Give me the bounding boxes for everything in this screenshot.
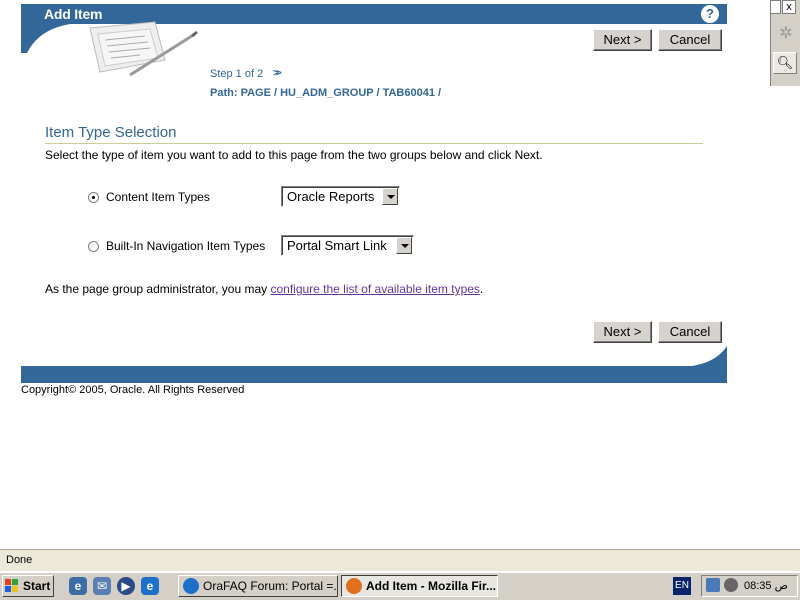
language-indicator[interactable]: EN bbox=[673, 577, 691, 595]
chevron-down-icon[interactable] bbox=[396, 237, 412, 254]
builtin-navigation-item-types-label: Built-In Navigation Item Types bbox=[106, 239, 266, 253]
cancel-button-top[interactable]: Cancel bbox=[658, 29, 722, 51]
quick-launch-ie-icon[interactable]: e bbox=[141, 577, 159, 595]
network-icon[interactable] bbox=[706, 578, 720, 592]
section-divider bbox=[45, 143, 703, 144]
step-arrows-icon: >> bbox=[273, 68, 282, 79]
content-item-type-select[interactable]: Oracle Reports bbox=[281, 186, 400, 207]
section-heading: Item Type Selection bbox=[45, 124, 177, 141]
builtin-navigation-item-type-select[interactable]: Portal Smart Link bbox=[281, 235, 414, 256]
cancel-button-bottom[interactable]: Cancel bbox=[658, 321, 722, 343]
taskbar-item-orafaq[interactable]: OraFAQ Forum: Portal =... bbox=[178, 575, 338, 597]
status-text: Done bbox=[6, 554, 33, 566]
chevron-down-icon[interactable] bbox=[382, 188, 398, 205]
windows-logo-icon bbox=[5, 579, 18, 592]
search-icon[interactable]: 🔍︎ bbox=[773, 52, 797, 74]
next-button-top[interactable]: Next > bbox=[593, 29, 652, 51]
notepad-pencil-illustration bbox=[89, 21, 198, 77]
content-item-type-value: Oracle Reports bbox=[287, 189, 375, 204]
admin-note: As the page group administrator, you may… bbox=[45, 282, 483, 296]
step-indicator: Step 1 of 2 bbox=[210, 68, 264, 80]
path-value: PAGE / HU_ADM_GROUP / TAB60041 / bbox=[240, 87, 442, 99]
browser-status-bar bbox=[0, 549, 800, 571]
footer-bar bbox=[21, 366, 727, 383]
taskbar-item-label: Add Item - Mozilla Fir... bbox=[366, 579, 497, 593]
content-item-types-label: Content Item Types bbox=[106, 190, 210, 204]
footer-curve-decoration bbox=[680, 346, 727, 367]
close-icon[interactable]: x bbox=[782, 0, 796, 14]
taskbar-item-label: OraFAQ Forum: Portal =... bbox=[203, 579, 338, 593]
copyright-text: Copyright© 2005, Oracle. All Rights Rese… bbox=[21, 384, 245, 396]
instructions-text: Select the type of item you want to add … bbox=[45, 148, 543, 162]
admin-note-end: . bbox=[479, 282, 484, 296]
clock: 08:35 ص bbox=[744, 580, 788, 592]
next-button-bottom[interactable]: Next > bbox=[593, 321, 652, 343]
quick-launch-media-player-icon[interactable]: ▶ bbox=[117, 577, 135, 595]
internet-explorer-icon bbox=[183, 578, 199, 594]
breadcrumb: Path: PAGE / HU_ADM_GROUP / TAB60041 / bbox=[210, 87, 441, 99]
configure-item-types-link[interactable]: configure the list of available item typ… bbox=[270, 282, 479, 296]
content-item-types-radio[interactable] bbox=[88, 192, 99, 203]
firefox-icon bbox=[346, 578, 362, 594]
builtin-navigation-item-type-value: Portal Smart Link bbox=[287, 238, 387, 253]
builtin-navigation-item-types-radio[interactable] bbox=[88, 241, 99, 252]
restore-icon[interactable] bbox=[770, 0, 781, 14]
quick-launch-browser-icon[interactable]: e bbox=[69, 577, 87, 595]
tray-app-icon[interactable] bbox=[724, 578, 738, 592]
gear-icon[interactable]: ✲ bbox=[776, 24, 796, 44]
quick-launch-outlook-icon[interactable]: ✉ bbox=[93, 577, 111, 595]
path-label: Path: bbox=[210, 87, 238, 99]
admin-note-text: As the page group administrator, you may bbox=[45, 282, 271, 296]
help-icon[interactable]: ? bbox=[701, 5, 719, 23]
taskbar-item-add-item[interactable]: Add Item - Mozilla Fir... bbox=[341, 575, 498, 597]
